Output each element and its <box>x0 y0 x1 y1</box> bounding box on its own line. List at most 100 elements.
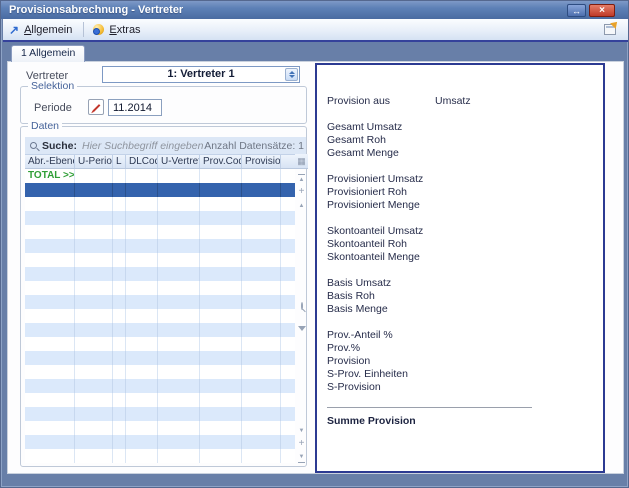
sort-icon[interactable] <box>295 317 308 325</box>
table-cell <box>113 365 126 379</box>
table-row[interactable] <box>25 365 295 379</box>
table-row[interactable]: TOTAL >> <box>25 169 295 183</box>
column-header[interactable]: U-Periode <box>75 155 113 168</box>
table-cell <box>158 183 200 197</box>
row-up-icon[interactable]: ▲ <box>295 202 308 210</box>
summary-row: Basis Roh <box>327 290 603 303</box>
table-cell <box>158 337 200 351</box>
summary-row: Skontoanteil Umsatz <box>327 225 603 238</box>
table-cell <box>25 407 75 421</box>
table-row[interactable] <box>25 309 295 323</box>
selektion-legend: Selektion <box>28 80 77 92</box>
table-row[interactable] <box>25 267 295 281</box>
scroll-up-icon[interactable]: + <box>295 187 308 197</box>
menu-extras[interactable]: Extras <box>87 19 148 40</box>
row-down-icon[interactable]: ▼ <box>295 427 308 435</box>
table-row[interactable] <box>25 211 295 225</box>
periode-input[interactable] <box>108 99 162 116</box>
table-row[interactable] <box>25 435 295 449</box>
table-cell <box>75 295 113 309</box>
menu-allgemein[interactable]: ↗ Allgemein <box>3 19 80 40</box>
column-options-icon[interactable] <box>295 288 308 296</box>
search-placeholder: Hier Suchbegriff eingeben (STRG+S) <box>82 140 204 152</box>
table-row[interactable] <box>25 183 295 197</box>
table-cell <box>126 435 158 449</box>
column-header[interactable]: Prov.Code <box>200 155 242 168</box>
table-cell <box>75 393 113 407</box>
table-cell <box>126 169 158 183</box>
spinner-icon[interactable] <box>285 68 298 81</box>
table-cell <box>242 267 281 281</box>
restore-button[interactable]: ↔ <box>567 4 586 17</box>
table-row[interactable] <box>25 239 295 253</box>
summary-row: Provisioniert Roh <box>327 186 603 199</box>
table-cell <box>242 449 281 463</box>
table-cell <box>75 239 113 253</box>
table-cell <box>242 169 281 183</box>
table-cell <box>113 253 126 267</box>
table-cell <box>75 351 113 365</box>
right-panel-groups: Provision ausUmsatzGesamt UmsatzGesamt R… <box>327 95 603 394</box>
table-row[interactable] <box>25 197 295 211</box>
table-cell <box>126 197 158 211</box>
table-cell <box>200 267 242 281</box>
extras-ball-icon <box>93 24 104 35</box>
tab-allgemein[interactable]: 1 Allgemein <box>11 45 85 62</box>
report-export-button[interactable] <box>603 22 619 36</box>
table-row[interactable] <box>25 351 295 365</box>
table-row[interactable] <box>25 323 295 337</box>
scroll-down-icon[interactable]: + <box>295 439 308 449</box>
summary-row: Prov.-Anteil % <box>327 329 603 342</box>
table-cell <box>113 337 126 351</box>
column-header[interactable]: Abr.-Ebene <box>25 155 75 168</box>
table-row[interactable] <box>25 253 295 267</box>
vertreter-combobox[interactable]: 1: Vertreter 1 <box>102 66 300 83</box>
table-cell <box>75 365 113 379</box>
table-cell <box>25 197 75 211</box>
column-header[interactable]: Provision € <box>242 155 281 168</box>
table-row[interactable] <box>25 295 295 309</box>
table-cell <box>126 309 158 323</box>
field-label: Provisioniert Roh <box>327 186 407 199</box>
field-label: Basis Menge <box>327 303 388 316</box>
search-bar[interactable]: Suche: Hier Suchbegriff eingeben (STRG+S… <box>25 137 306 154</box>
table-cell <box>158 267 200 281</box>
column-search-icon[interactable] <box>295 302 308 310</box>
table-cell <box>113 281 126 295</box>
restore-icon: ↔ <box>572 6 581 16</box>
column-header[interactable]: DLCode <box>126 155 158 168</box>
content-panel: Vertreter 1: Vertreter 1 Selektion Perio… <box>7 61 624 474</box>
table-row[interactable] <box>25 337 295 351</box>
arrow-up-right-icon: ↗ <box>9 23 19 37</box>
table-row[interactable] <box>25 281 295 295</box>
search-icon <box>30 142 37 149</box>
table-cell <box>200 435 242 449</box>
summary-row: Basis Menge <box>327 303 603 316</box>
scroll-first-icon[interactable]: ▲ <box>295 174 308 184</box>
table-cell <box>126 183 158 197</box>
table-row[interactable] <box>25 393 295 407</box>
periode-picker-button[interactable] <box>88 99 104 115</box>
search-label: Suche: <box>42 140 77 152</box>
table-row[interactable] <box>25 379 295 393</box>
table-cell <box>75 281 113 295</box>
scroll-last-icon[interactable]: ▼ <box>295 453 308 463</box>
table-cell <box>25 225 75 239</box>
window-title: Provisionsabrechnung - Vertreter <box>9 1 183 19</box>
table-cell <box>158 309 200 323</box>
table-cell <box>242 239 281 253</box>
filter-icon[interactable] <box>295 330 308 338</box>
table-cell <box>25 449 75 463</box>
summary-row: Basis Umsatz <box>327 277 603 290</box>
column-chooser-button[interactable]: ▦ <box>295 154 308 169</box>
table-cell <box>113 197 126 211</box>
table-row[interactable] <box>25 225 295 239</box>
column-header[interactable]: L <box>113 155 126 168</box>
table-cell <box>242 309 281 323</box>
close-button[interactable]: × <box>589 4 615 17</box>
column-header[interactable]: U-Vertreter <box>158 155 200 168</box>
table-row[interactable] <box>25 421 295 435</box>
table-row[interactable] <box>25 407 295 421</box>
table-row[interactable] <box>25 449 295 463</box>
table-cell <box>158 435 200 449</box>
